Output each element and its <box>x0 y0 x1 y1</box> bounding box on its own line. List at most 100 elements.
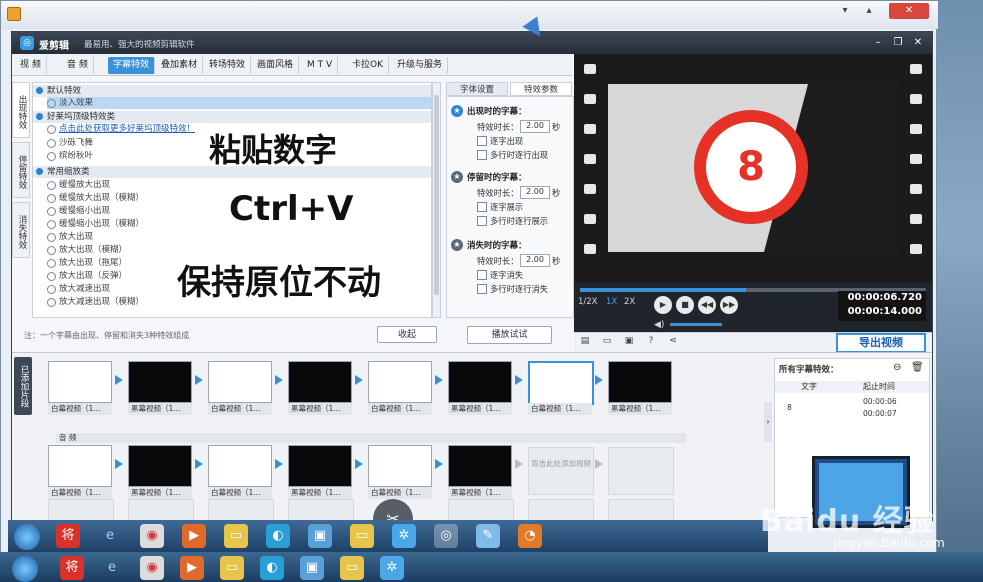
stay-duration-input[interactable]: 2.00 <box>520 186 550 199</box>
timeline-clip[interactable]: 黑幕视频（1… <box>608 361 674 417</box>
speed-half[interactable]: 1/2X <box>578 297 598 307</box>
group-hollywood[interactable]: 好莱坞顶级特效类 <box>33 111 431 123</box>
effect-item[interactable]: 放大出现（拖尾） <box>47 257 127 269</box>
chrome-icon[interactable]: ◉ <box>140 524 164 548</box>
forward-icon[interactable]: ▶▶ <box>720 296 738 314</box>
empty-slot[interactable] <box>208 499 274 521</box>
play-icon[interactable]: ▶ <box>654 296 672 314</box>
empty-slot[interactable] <box>128 499 194 521</box>
effect-item[interactable]: 缓慢缩小出现（模糊） <box>47 218 144 230</box>
add-video-slot[interactable]: 双击此处添加视频 <box>528 447 594 495</box>
paint-icon[interactable]: ✎ <box>476 524 500 548</box>
minimize-icon[interactable]: – <box>870 36 886 50</box>
effect-item[interactable]: 放大减速出现（模糊） <box>47 296 144 308</box>
app-icon-将[interactable]: 将 <box>60 556 84 580</box>
effect-item[interactable]: 放大出现 <box>47 231 93 243</box>
effect-item[interactable]: 放大减速出现 <box>47 283 110 295</box>
speed-2x[interactable]: 2X <box>624 297 635 307</box>
folder-icon[interactable]: ▭ <box>350 524 374 548</box>
empty-slot[interactable] <box>608 447 674 495</box>
disk-icon[interactable]: ▣ <box>622 336 636 349</box>
collapse-button[interactable]: 收起 <box>377 326 437 343</box>
tab-subtitle-effects[interactable]: 字幕特效 <box>108 57 156 74</box>
timeline-clip[interactable]: 黑幕视频（1… <box>128 445 194 501</box>
effect-item[interactable]: 缤纷秋叶 <box>47 150 93 162</box>
help-icon[interactable]: ? <box>644 336 658 349</box>
tab-style[interactable]: 画面风格 <box>252 57 300 74</box>
timeline-clip[interactable]: 黑幕视频（1… <box>448 361 514 417</box>
empty-slot[interactable] <box>528 499 594 521</box>
monitor-icon[interactable]: ▣ <box>308 524 332 548</box>
group-default[interactable]: 默认特效 <box>33 85 431 97</box>
empty-slot[interactable] <box>608 499 674 521</box>
outer-close-button[interactable]: ✕ <box>889 3 929 19</box>
tab-font-settings[interactable]: 字体设置 <box>446 82 508 96</box>
tab-mtv[interactable]: M T V <box>302 57 339 74</box>
effect-item[interactable]: 放大出现（模糊） <box>47 244 127 256</box>
tab-effect-params[interactable]: 特效参数 <box>510 82 572 96</box>
effect-item[interactable]: 沙砾飞舞 <box>47 137 93 149</box>
aijianji-icon[interactable]: ◎ <box>434 524 458 548</box>
pinwheel-icon[interactable]: ✲ <box>380 556 404 580</box>
rewind-icon[interactable]: ◀◀ <box>698 296 716 314</box>
save-icon[interactable]: ▤ <box>578 336 592 349</box>
start-icon[interactable] <box>12 556 38 582</box>
effects-scrollbar[interactable] <box>432 82 441 318</box>
category-tab-stay[interactable]: 停留特效 <box>12 142 30 198</box>
outer-minimize-button[interactable]: ▾ <box>833 3 857 19</box>
pinwheel-icon[interactable]: ✲ <box>392 524 416 548</box>
effect-item[interactable]: 缓慢放大出现 <box>47 179 110 191</box>
disappear-duration-input[interactable]: 2.00 <box>520 254 550 267</box>
volume-icon[interactable]: ◀) <box>654 320 664 330</box>
effect-item[interactable]: 缓慢缩小出现 <box>47 205 110 217</box>
tab-transitions[interactable]: 转场特效 <box>204 57 252 74</box>
start-icon[interactable] <box>14 524 40 550</box>
ie-icon[interactable]: e <box>100 556 124 580</box>
category-tab-appear[interactable]: 出现特效 <box>12 82 30 138</box>
tab-overlay[interactable]: 叠加素材 <box>156 57 204 74</box>
preview-button[interactable]: 播放试试 <box>467 326 552 344</box>
timeline-clip[interactable]: 白幕视频（1… <box>208 361 274 417</box>
panel-toggle-icon[interactable]: › <box>764 402 772 442</box>
timeline-clip[interactable]: 白幕视频（1… <box>368 445 434 501</box>
share-icon[interactable]: ⋖ <box>666 336 680 349</box>
scrollbar-thumb[interactable] <box>434 95 439 295</box>
empty-slot[interactable] <box>48 499 114 521</box>
player-icon[interactable]: ▶ <box>180 556 204 580</box>
player-icon[interactable]: ▶ <box>182 524 206 548</box>
tab-karaoke[interactable]: 卡拉OK <box>347 57 389 74</box>
effect-item[interactable]: 淡入效果 <box>47 97 431 109</box>
category-tab-disappear[interactable]: 消失特效 <box>12 202 30 258</box>
timeline-clip[interactable]: 白幕视频（1… <box>368 361 434 417</box>
tab-video[interactable]: 视 频 <box>15 57 47 74</box>
timeline-clip[interactable]: 白幕视频（1… <box>48 361 114 417</box>
appear-line-checkbox[interactable]: 多行时逐行出现 <box>477 149 548 161</box>
back-icon[interactable]: ⊖ <box>893 362 901 373</box>
stay-line-checkbox[interactable]: 多行时逐行展示 <box>477 215 548 227</box>
monitor-icon[interactable]: ▣ <box>300 556 324 580</box>
trash-icon[interactable]: 🗑 <box>911 362 924 373</box>
timeline-clip[interactable]: 白幕视频（1… <box>48 445 114 501</box>
tab-upgrade[interactable]: 升级与服务 <box>392 57 449 74</box>
stop-icon[interactable]: ■ <box>676 296 694 314</box>
empty-slot[interactable] <box>288 499 354 521</box>
folder-icon[interactable]: ▭ <box>600 336 614 349</box>
browser-icon[interactable]: ◐ <box>266 524 290 548</box>
appear-char-checkbox[interactable]: 逐字出现 <box>477 135 523 147</box>
effect-item[interactable]: 放大出现（反弹） <box>47 270 127 282</box>
ie-icon[interactable]: e <box>98 524 122 548</box>
timeline-clip[interactable]: 黑幕视频（1… <box>448 445 514 501</box>
timeline-clip[interactable]: 黑幕视频（1… <box>288 445 354 501</box>
disappear-char-checkbox[interactable]: 逐字消失 <box>477 269 523 281</box>
export-video-button[interactable]: 导出视频 <box>836 333 926 353</box>
maximize-icon[interactable]: ❐ <box>890 36 906 50</box>
volume-slider[interactable] <box>670 323 722 326</box>
stay-char-checkbox[interactable]: 逐字展示 <box>477 201 523 213</box>
timeline-clip[interactable]: 白幕视频（1… <box>208 445 274 501</box>
timeline-clip[interactable]: 黑幕视频（1… <box>288 361 354 417</box>
timeline-clip[interactable]: 黑幕视频（1… <box>128 361 194 417</box>
appear-duration-input[interactable]: 2.00 <box>520 120 550 133</box>
firefox-icon[interactable]: ◔ <box>518 524 542 548</box>
browser-icon[interactable]: ◐ <box>260 556 284 580</box>
effect-item[interactable]: 缓慢放大出现（模糊） <box>47 192 144 204</box>
